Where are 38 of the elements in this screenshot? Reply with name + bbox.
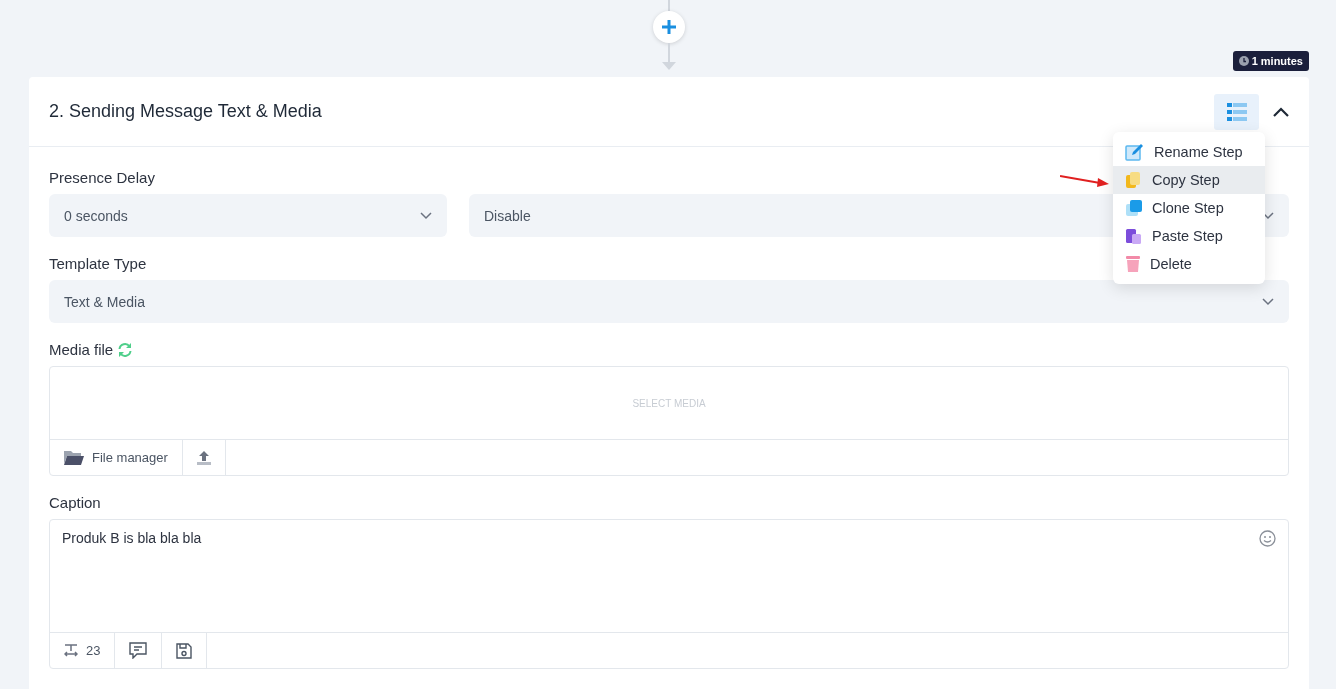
character-count: 23	[50, 633, 116, 668]
field-label: Media file	[49, 341, 114, 358]
dropdown-chevron-icon	[420, 211, 432, 220]
file-manager-button[interactable]: File manager	[50, 440, 183, 475]
select-media-text: SELECT MEDIA	[632, 397, 706, 409]
list-icon	[1226, 102, 1247, 121]
message-icon	[129, 642, 148, 659]
dropdown-chevron-icon	[1262, 211, 1274, 220]
pointer-arrow	[1060, 174, 1110, 188]
clone-icon	[1125, 199, 1143, 217]
paste-icon	[1125, 227, 1143, 245]
plus-icon	[661, 19, 677, 35]
edit-icon	[1125, 143, 1145, 161]
folder-icon	[64, 450, 84, 465]
dropdown-select[interactable]: 0 seconds	[49, 194, 447, 237]
menu-item[interactable]: Delete	[1113, 250, 1265, 278]
trash-icon	[1125, 255, 1141, 273]
add-step-button[interactable]	[653, 11, 685, 43]
emoji-icon[interactable]	[1259, 530, 1276, 547]
menu-item[interactable]: Copy Step	[1113, 166, 1265, 194]
field-label: Template Type	[49, 255, 147, 272]
media-upload-area[interactable]: SELECT MEDIA File manager	[49, 366, 1289, 476]
clock-icon	[1238, 56, 1249, 66]
caption-textarea[interactable]: Produk B is bla bla bla	[50, 520, 1288, 632]
copy-icon	[1125, 171, 1143, 189]
upload-icon	[196, 450, 211, 465]
duration-badge: 1 minutes	[1232, 51, 1309, 71]
dropdown-select[interactable]: Text & Media	[49, 280, 1289, 323]
save-icon	[176, 642, 193, 659]
menu-item[interactable]: Clone Step	[1113, 194, 1265, 222]
step-title: 2. Sending Message Text & Media	[49, 101, 323, 122]
collapse-chevron-icon[interactable]	[1273, 106, 1289, 117]
text-width-icon	[64, 644, 78, 657]
step-options-button[interactable]	[1214, 93, 1259, 130]
menu-item[interactable]: Rename Step	[1113, 138, 1265, 166]
dropdown-chevron-icon	[1262, 297, 1274, 306]
field-label: Presence Delay	[49, 169, 155, 186]
field-label: Caption	[49, 494, 101, 511]
